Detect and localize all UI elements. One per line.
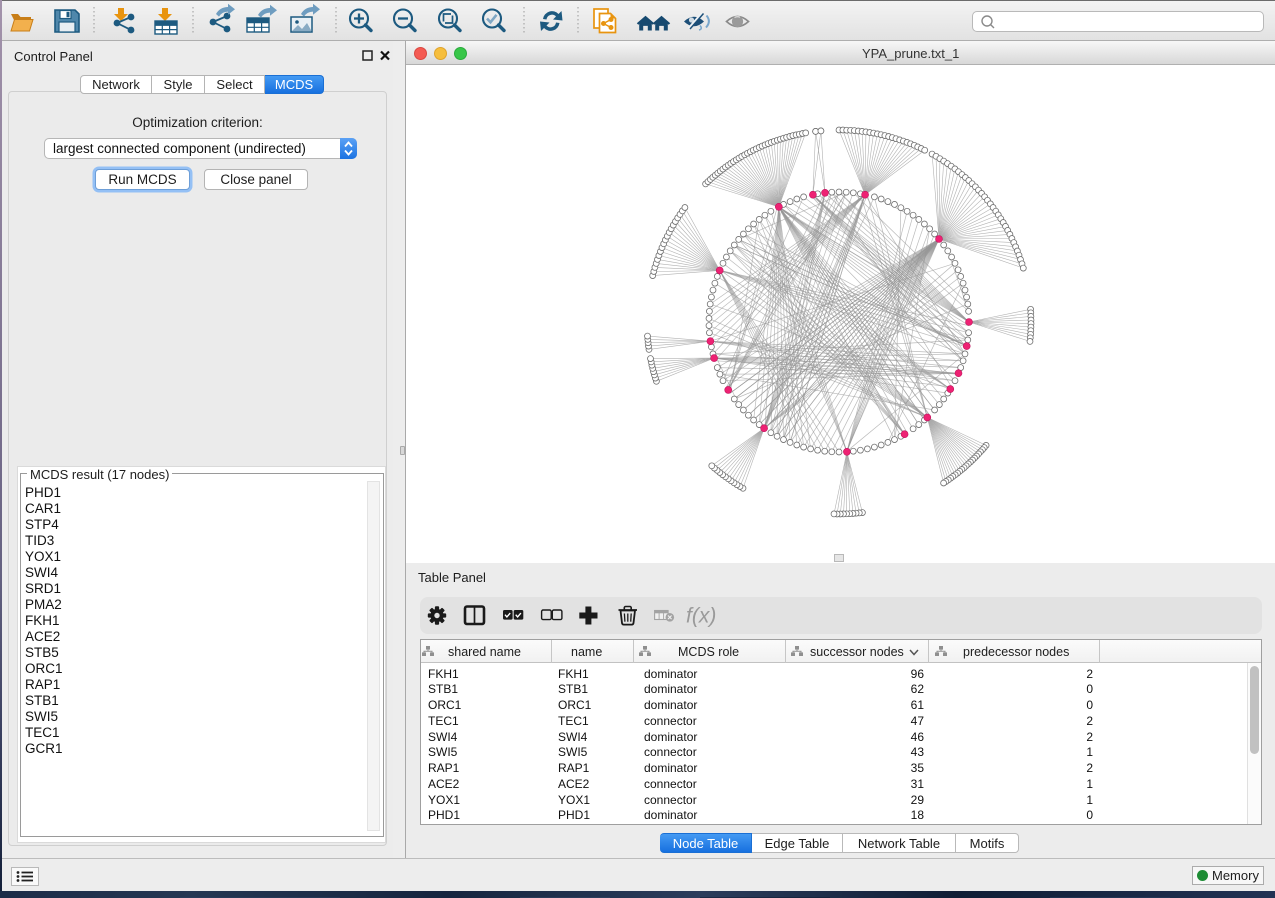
svg-text:name: name bbox=[571, 645, 602, 659]
svg-text:successor nodes: successor nodes bbox=[810, 645, 904, 659]
svg-text:shared name: shared name bbox=[448, 645, 521, 659]
svg-text:predecessor nodes: predecessor nodes bbox=[963, 645, 1069, 659]
svg-text:f(x): f(x) bbox=[686, 605, 716, 628]
svg-text:Memory: Memory bbox=[1212, 868, 1259, 883]
svg-text:MCDS role: MCDS role bbox=[678, 645, 739, 659]
